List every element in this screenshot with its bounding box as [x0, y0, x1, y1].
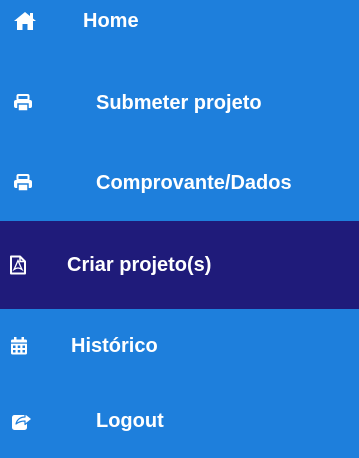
menu-item-logout[interactable]: Logout	[0, 384, 359, 458]
menu-item-home[interactable]: Home	[0, 0, 359, 58]
printer-icon	[14, 174, 32, 192]
menu-item-label: Logout	[96, 410, 164, 432]
home-icon	[14, 12, 36, 30]
sidebar-menu: Home Submeter projeto Comprovante/Dados …	[0, 0, 359, 444]
menu-item-historico[interactable]: Histórico	[0, 309, 359, 383]
calendar-icon	[11, 337, 27, 355]
menu-item-label: Home	[83, 10, 139, 32]
share-icon	[12, 412, 33, 430]
menu-item-label: Comprovante/Dados	[96, 172, 292, 194]
menu-item-criar-projetos[interactable]: Criar projeto(s)	[0, 221, 359, 309]
menu-item-comprovante-dados[interactable]: Comprovante/Dados	[0, 146, 359, 220]
menu-item-label: Submeter projeto	[96, 92, 262, 114]
pdf-file-icon	[10, 255, 26, 275]
menu-item-submeter-projeto[interactable]: Submeter projeto	[0, 66, 359, 140]
menu-item-label: Criar projeto(s)	[67, 254, 212, 276]
printer-icon	[14, 94, 32, 112]
menu-item-label: Histórico	[71, 335, 158, 357]
